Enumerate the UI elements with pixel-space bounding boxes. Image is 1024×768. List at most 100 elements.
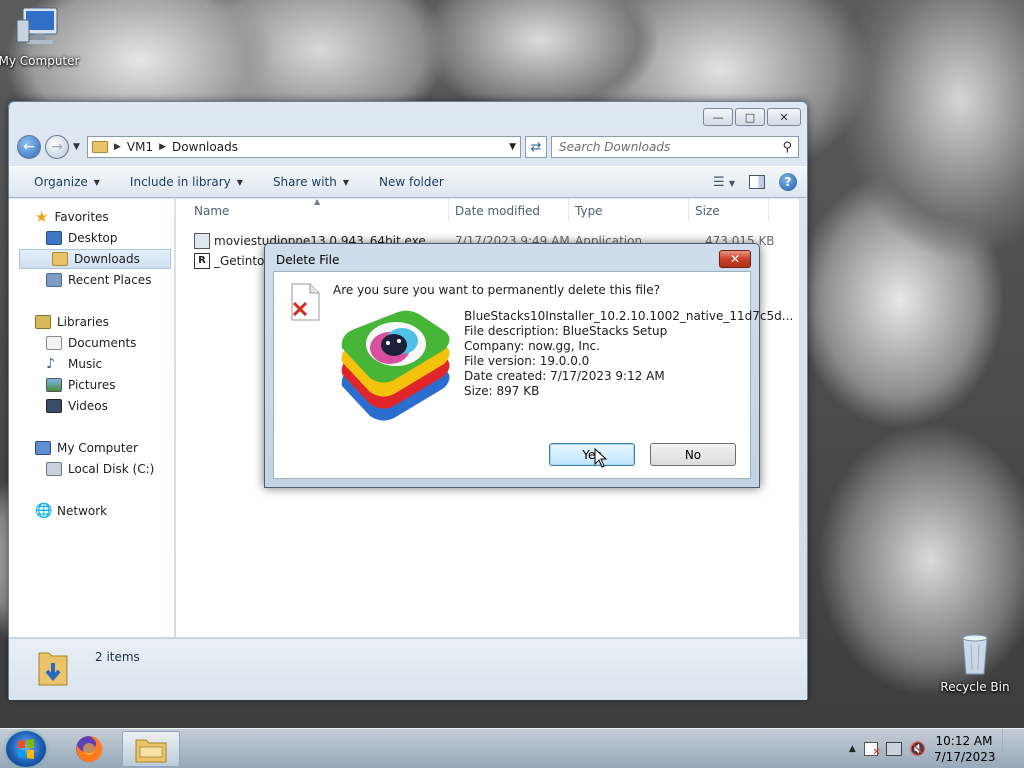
dialog-body: Are you sure you want to permanently del…: [273, 271, 793, 479]
organize-label: Organize: [34, 175, 88, 189]
music-icon: ♪: [46, 356, 55, 372]
maximize-button[interactable]: □: [735, 108, 765, 126]
windows-logo-icon: [18, 739, 34, 759]
new-folder-button[interactable]: New folder: [379, 175, 444, 189]
yes-button[interactable]: Yes: [549, 443, 635, 466]
nav-label: Network: [57, 504, 108, 518]
breadcrumb-separator-icon: ▶: [114, 142, 121, 152]
libraries-icon: [35, 315, 51, 329]
share-with-label: Share with: [272, 175, 337, 189]
detail-size: Size: 897 KB: [464, 384, 540, 398]
refresh-button[interactable]: ⇄: [525, 136, 547, 158]
clock-time: 10:12 AM: [935, 734, 993, 748]
column-name[interactable]: Name: [194, 204, 229, 218]
no-button[interactable]: No: [650, 443, 736, 466]
address-bar[interactable]: ▶ VM1 ▶ Downloads ▼: [87, 136, 521, 158]
nav-network[interactable]: 🌐 Network: [35, 501, 195, 521]
nav-label: Music: [68, 357, 103, 371]
start-button[interactable]: [6, 731, 46, 767]
chevron-down-icon: ▼: [236, 177, 243, 187]
nav-label: Downloads: [74, 252, 140, 266]
chevron-down-icon: ▼: [93, 177, 100, 187]
computer-icon: [15, 6, 63, 50]
desktop-icon-recycle-bin[interactable]: Recycle Bin: [932, 632, 1018, 694]
details-pane: 2 items: [9, 638, 807, 700]
include-in-library-button[interactable]: Include in library ▼: [130, 175, 243, 189]
detail-date-created: Date created: 7/17/2023 9:12 AM: [464, 369, 665, 383]
documents-icon: [46, 336, 62, 350]
computer-icon: [35, 441, 51, 455]
organize-button[interactable]: Organize ▼: [34, 175, 100, 189]
window-caption-buttons: — □ ✕: [703, 108, 801, 126]
downloads-folder-icon: [52, 252, 68, 266]
new-folder-label: New folder: [379, 175, 444, 189]
breadcrumb-vm1[interactable]: VM1: [127, 140, 153, 154]
application-file-icon: [194, 233, 210, 249]
nav-libraries[interactable]: Libraries: [35, 312, 195, 332]
recent-places-icon: [46, 273, 62, 287]
detail-description: File description: BlueStacks Setup: [464, 324, 668, 338]
navigation-bar: ← → ▼ ▶ VM1 ▶ Downloads ▼ ⇄ Search Downl…: [17, 134, 799, 160]
close-button[interactable]: ✕: [767, 108, 801, 126]
detail-company: Company: now.gg, Inc.: [464, 339, 600, 353]
column-date-modified[interactable]: Date modified: [455, 204, 540, 218]
nav-favorites[interactable]: ★ Favorites: [35, 207, 195, 227]
chevron-down-icon: ▼: [342, 177, 349, 187]
file-details: BlueStacks10Installer_10.2.10.1002_nativ…: [464, 309, 793, 399]
show-desktop-button[interactable]: [1002, 729, 1016, 768]
taskbar-firefox[interactable]: [60, 731, 118, 767]
system-tray: ▲ ✕ 🔇 10:12 AM 7/17/2023: [849, 729, 1016, 768]
share-with-button[interactable]: Share with ▼: [273, 175, 349, 189]
detail-filename: BlueStacks10Installer_10.2.10.1002_nativ…: [464, 309, 794, 323]
breadcrumb-separator-icon: ▶: [159, 142, 167, 152]
star-icon: ★: [35, 208, 49, 226]
folder-icon: [92, 141, 108, 153]
sort-arrow-icon: ▲: [314, 197, 321, 206]
preview-pane-icon[interactable]: [749, 175, 765, 189]
address-dropdown-icon[interactable]: ▼: [509, 142, 516, 152]
search-placeholder: Search Downloads: [559, 140, 671, 154]
nav-label: Local Disk (C:): [68, 462, 155, 476]
delete-file-dialog: Delete File ✕ Are you sure you want to p…: [264, 243, 793, 488]
downloads-folder-icon: [37, 647, 69, 687]
nav-downloads[interactable]: Downloads: [19, 249, 171, 269]
column-type[interactable]: Type: [575, 204, 603, 218]
taskbar-explorer[interactable]: [122, 731, 180, 767]
column-size[interactable]: Size: [695, 204, 720, 218]
delete-warning-icon: [288, 283, 322, 321]
nav-label: Favorites: [54, 210, 109, 224]
clock-date: 7/17/2023: [934, 750, 996, 764]
videos-icon: [46, 399, 62, 413]
dialog-question: Are you sure you want to permanently del…: [333, 283, 660, 297]
clock[interactable]: 10:12 AM 7/17/2023: [934, 733, 996, 765]
navigation-pane: ★ Favorites Desktop Downloads Recent Plac…: [9, 199, 175, 637]
dialog-close-button[interactable]: ✕: [719, 250, 751, 268]
desktop-icon: [46, 231, 62, 245]
breadcrumb-downloads[interactable]: Downloads: [172, 140, 238, 154]
column-headers: Name ▲ Date modified Type Size: [176, 197, 799, 221]
pictures-icon: [46, 378, 62, 392]
search-icon: ⚲: [782, 139, 792, 155]
show-hidden-icons-button[interactable]: ▲: [849, 744, 856, 754]
action-center-icon[interactable]: ✕: [863, 742, 881, 758]
firefox-icon: [76, 735, 103, 762]
help-icon[interactable]: ?: [779, 173, 797, 191]
network-icon: 🌐: [35, 503, 53, 519]
view-options-icon[interactable]: ☰ ▼: [713, 175, 735, 190]
minimize-button[interactable]: —: [703, 108, 733, 126]
search-input[interactable]: Search Downloads ⚲: [551, 136, 799, 158]
forward-button[interactable]: →: [45, 135, 69, 159]
dialog-title: Delete File: [276, 253, 340, 267]
shortcut-file-icon: R: [194, 253, 210, 269]
desktop-icon-label: My Computer: [0, 54, 80, 68]
nav-my-computer[interactable]: My Computer: [35, 438, 195, 458]
table-row[interactable]: R _Getintop: [194, 252, 272, 270]
nav-label: Documents: [68, 336, 137, 350]
nav-label: Videos: [68, 399, 108, 413]
desktop-icon-my-computer[interactable]: My Computer: [0, 6, 82, 68]
network-status-icon[interactable]: [885, 742, 902, 756]
volume-muted-icon[interactable]: 🔇: [910, 742, 926, 757]
recent-pages-dropdown[interactable]: ▼: [73, 142, 83, 152]
back-button[interactable]: ←: [17, 135, 41, 159]
include-in-library-label: Include in library: [129, 175, 231, 189]
